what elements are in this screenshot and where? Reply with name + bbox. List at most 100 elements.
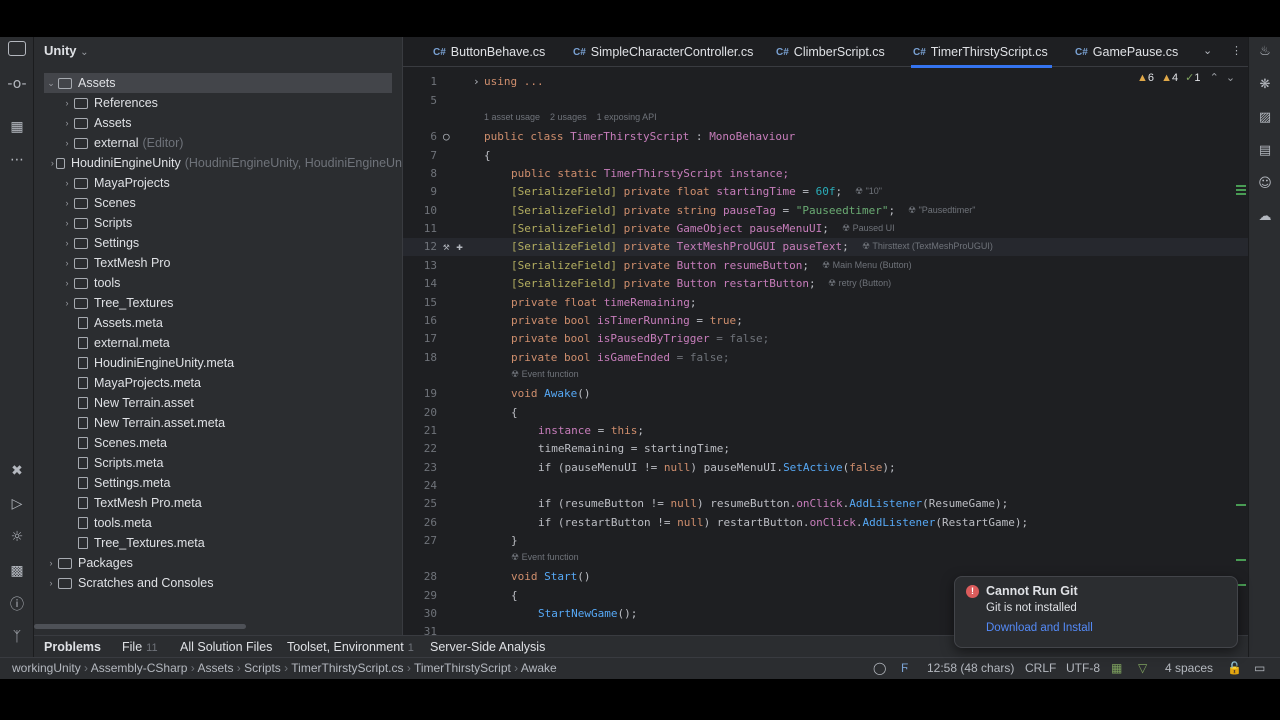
chevron-right-icon[interactable]: ›: [60, 298, 74, 308]
tree-item[interactable]: MayaProjects.meta: [34, 373, 402, 393]
unity-explorer-icon[interactable]: ▤: [1255, 140, 1275, 160]
line-separator[interactable]: CRLF: [1025, 661, 1056, 675]
chevron-right-icon[interactable]: ›: [60, 238, 74, 248]
tree-item[interactable]: › HoudiniEngineUnity (HoudiniEngineUnity, …: [34, 153, 402, 173]
code-line: if (pauseMenuUI != null) pauseMenuUI.Set…: [538, 461, 896, 474]
fold-arrow-icon[interactable]: ›: [473, 75, 480, 88]
chevron-right-icon[interactable]: ›: [44, 578, 58, 588]
scroll-marker[interactable]: [1236, 504, 1246, 506]
terminal-icon[interactable]: ▩: [7, 561, 27, 581]
ai-assistant-icon[interactable]: ❋: [1255, 74, 1275, 94]
tree-item[interactable]: New Terrain.asset: [34, 393, 402, 413]
debug-icon[interactable]: ☼: [7, 527, 27, 547]
tree-item[interactable]: › Scratches and Consoles: [34, 573, 402, 593]
tree-item[interactable]: Scenes.meta: [34, 433, 402, 453]
commit-icon[interactable]: -o-: [7, 74, 27, 94]
tree-item[interactable]: › Scenes: [34, 193, 402, 213]
tree-item[interactable]: Scripts.meta: [34, 453, 402, 473]
git-status-icon[interactable]: ▦: [1111, 661, 1122, 675]
git-icon[interactable]: ᛉ: [7, 627, 27, 647]
tab-gamepause[interactable]: C# GamePause.cs: [1075, 37, 1178, 67]
scroll-marker[interactable]: [1236, 193, 1246, 195]
power-save-icon[interactable]: Ϝ: [901, 661, 908, 675]
chevron-right-icon[interactable]: ›: [60, 118, 74, 128]
tab-problems[interactable]: Problems: [44, 640, 101, 654]
tab-buttonbehave[interactable]: C# ButtonBehave.cs: [433, 37, 545, 67]
chevron-down-icon[interactable]: ⌄: [44, 78, 58, 89]
tree-item[interactable]: ⌄ Assets: [44, 73, 392, 93]
vcs-triangle-icon[interactable]: ▽: [1138, 661, 1147, 675]
breadcrumb-item[interactable]: Scripts: [244, 661, 281, 675]
tree-item[interactable]: › Packages: [34, 553, 402, 573]
memory-indicator-icon[interactable]: ▭: [1254, 661, 1265, 675]
tab-toolset-environment[interactable]: Toolset, Environment 1: [287, 640, 414, 654]
project-folder-icon[interactable]: [8, 41, 26, 56]
tree-item[interactable]: Settings.meta: [34, 473, 402, 493]
horizontal-scrollbar[interactable]: [34, 624, 246, 629]
tree-item[interactable]: HoudiniEngineUnity.meta: [34, 353, 402, 373]
tree-item[interactable]: › Tree_Textures: [34, 293, 402, 313]
tab-timerthirstyscript[interactable]: C# TimerThirstyScript.cs: [911, 37, 1052, 68]
tree-item[interactable]: Assets.meta: [34, 313, 402, 333]
tab-list-chevron-icon[interactable]: ⌄: [1203, 44, 1212, 57]
tree-item[interactable]: New Terrain.asset.meta: [34, 413, 402, 433]
breadcrumb-item[interactable]: workingUnity: [12, 661, 81, 675]
run-icon[interactable]: ▷: [7, 494, 27, 514]
more-tools-icon[interactable]: ⋯: [7, 150, 27, 170]
tab-climberscript[interactable]: C# ClimberScript.cs: [776, 37, 885, 67]
cursor-position[interactable]: 12:58 (48 chars): [927, 661, 1014, 675]
chevron-right-icon[interactable]: ›: [60, 258, 74, 268]
tree-item[interactable]: external.meta: [34, 333, 402, 353]
chevron-right-icon[interactable]: ›: [48, 158, 56, 168]
notifications-icon[interactable]: ♨: [1255, 41, 1275, 61]
tab-file[interactable]: File 11: [122, 640, 158, 654]
database-icon[interactable]: ▨: [1255, 107, 1275, 127]
tab-simplecharactercontroller[interactable]: C# SimpleCharacterController.cs: [573, 37, 753, 67]
structure-icon[interactable]: ▦: [7, 117, 27, 137]
tab-all-solution-files[interactable]: All Solution Files: [180, 640, 272, 654]
tab-server-side-analysis[interactable]: Server-Side Analysis: [430, 640, 545, 654]
breadcrumb-item[interactable]: TimerThirstyScript: [414, 661, 511, 675]
code-area[interactable]: 1 5 6 7 8 9 10 11 12 13 14 15 16 17 18 19 20 21 22 23 24 25 26…: [403, 67, 1249, 635]
problems-icon[interactable]: ⓘ: [7, 594, 27, 614]
chevron-right-icon[interactable]: ›: [60, 178, 74, 188]
scroll-marker[interactable]: [1236, 189, 1246, 191]
download-install-link[interactable]: Download and Install: [986, 622, 1093, 634]
tree-item[interactable]: › tools: [34, 273, 402, 293]
tree-item[interactable]: Tree_Textures.meta: [34, 533, 402, 553]
breadcrumb-item[interactable]: Awake: [521, 661, 557, 675]
breadcrumb-item[interactable]: Assembly-CSharp: [91, 661, 188, 675]
endpoints-icon[interactable]: ☁: [1255, 206, 1275, 226]
chevron-right-icon[interactable]: ›: [44, 558, 58, 568]
scroll-marker[interactable]: [1236, 185, 1246, 187]
project-title[interactable]: Unity ⌄: [44, 43, 89, 58]
lock-icon[interactable]: 🔓: [1227, 661, 1242, 675]
tree-item[interactable]: › MayaProjects: [34, 173, 402, 193]
implements-gutter-icon[interactable]: ○: [443, 130, 450, 143]
tab-overflow-icon[interactable]: ⋮: [1231, 44, 1242, 57]
breadcrumb-item[interactable]: Assets: [197, 661, 233, 675]
tree-item[interactable]: › Scripts: [34, 213, 402, 233]
usages-hint[interactable]: 1 asset usage 2 usages 1 exposing API: [484, 112, 667, 122]
tree-item[interactable]: TextMesh Pro.meta: [34, 493, 402, 513]
indent-setting[interactable]: 4 spaces: [1165, 661, 1213, 675]
tree-item[interactable]: › external (Editor): [34, 133, 402, 153]
chevron-right-icon[interactable]: ›: [60, 278, 74, 288]
breadcrumb-item[interactable]: TimerThirstyScript.cs: [291, 661, 403, 675]
no-problems-icon[interactable]: ◯: [873, 661, 886, 675]
chevron-right-icon[interactable]: ›: [60, 218, 74, 228]
tree-item[interactable]: › References: [34, 93, 402, 113]
chevron-right-icon[interactable]: ›: [60, 138, 74, 148]
tree-item[interactable]: › TextMesh Pro: [34, 253, 402, 273]
tree-item[interactable]: › Assets: [34, 113, 402, 133]
build-tools-icon[interactable]: ✖: [7, 461, 27, 481]
chevron-right-icon[interactable]: ›: [60, 98, 74, 108]
line-number: 21: [423, 424, 437, 437]
gutter-action-icons[interactable]: ⚒ ✚: [443, 240, 463, 253]
scroll-marker[interactable]: [1236, 559, 1246, 561]
tree-item[interactable]: › Settings: [34, 233, 402, 253]
file-encoding[interactable]: UTF-8: [1066, 661, 1100, 675]
copilot-icon[interactable]: ☺: [1255, 173, 1275, 193]
tree-item[interactable]: tools.meta: [34, 513, 402, 533]
chevron-right-icon[interactable]: ›: [60, 198, 74, 208]
